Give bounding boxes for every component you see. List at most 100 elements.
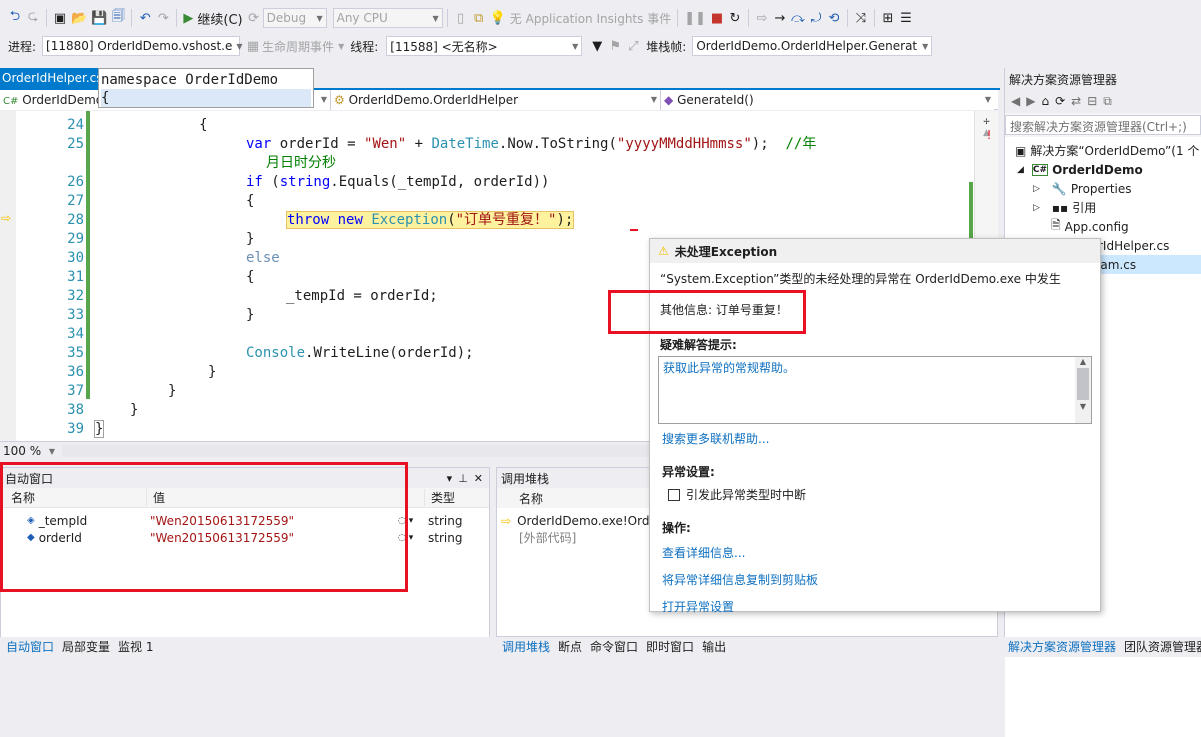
hex-icon[interactable]: ⤨ [852,7,870,29]
split-icon[interactable]: ⧾ [975,113,998,128]
thread-select[interactable]: [11588] <无名称> ▼ [386,36,583,56]
config-file-icon: 🗎 [1051,218,1061,232]
zoom-select[interactable]: 100 % ▼ [0,443,58,459]
actions-header: 操作: [662,521,691,535]
code-line-28: 28 throw new Exception("订单号重复！"); [67,211,575,229]
tab-solution-explorer[interactable]: 解决方案资源管理器 [1004,638,1120,656]
tips-scrollbar[interactable]: ▲ ▼ [1075,357,1091,423]
autos-tabs: 自动窗口 局部变量 监视 1 [0,637,496,657]
close-icon[interactable]: ✕ [474,472,483,485]
error-marker-icon: ! [986,128,992,142]
tab-output[interactable]: 输出 [698,638,730,656]
platform-select[interactable]: Any CPU ▼ [332,8,443,28]
tree-item-project[interactable]: ◢ C# OrderIdDemo [1005,160,1201,179]
tab-watch[interactable]: 监视 1 [114,638,157,656]
member-nav-select[interactable]: ◆ GenerateId() ▼ [660,89,994,110]
editor-tab[interactable]: OrderIdHelper.cs [0,68,100,88]
open-file-icon[interactable]: 📂 [69,7,89,29]
layout-icon[interactable]: ⊞ [879,7,897,29]
stackframe-label: 堆栈帧: [646,39,687,54]
sync-icon[interactable]: ⟳ [1055,94,1065,109]
config-select[interactable]: Debug ▼ [262,8,327,28]
code-line-26: 26 if (string.Equals(_tempId, orderId)) [67,174,550,190]
tree-item-solution[interactable]: ▣ 解决方案“OrderIdDemo”(1 个 [1005,141,1201,160]
col-name[interactable]: 名称 [519,490,543,507]
namespace-peek-tooltip: namespace OrderIdDemo { [98,68,314,108]
error-squiggle [630,229,638,231]
step-out-icon[interactable]: ⤾ [807,7,825,29]
filter-icon[interactable]: ▼ [588,35,606,57]
restart-debug-icon[interactable]: ↻ [726,7,744,29]
tree-item-properties[interactable]: ▷ 🔧 Properties [1005,179,1201,198]
forward-icon[interactable]: ⮎ [24,7,42,29]
show-all-icon[interactable]: ⧉ [1103,94,1112,109]
lifecycle-events[interactable]: 生命周期事件 [262,38,334,55]
continue-button[interactable]: ▶ 继续(C) [181,7,244,29]
tab-autos[interactable]: 自动窗口 [2,638,58,656]
step-into-icon[interactable]: → [771,7,789,29]
warning-icon: ⚠ [658,244,669,258]
tab-command[interactable]: 命令窗口 [586,638,642,656]
exception-message: “System.Exception”类型的未经处理的异常在 OrderIdDem… [660,272,1061,286]
tree-item-appconfig[interactable]: 🗎 App.config [1005,217,1201,236]
undo-icon[interactable]: ↶ [136,7,154,29]
class-icon: ⚙ [334,92,345,107]
highlight-box-autos [0,462,408,592]
stop-icon[interactable]: ■ [708,7,726,29]
tab-locals[interactable]: 局部变量 [58,638,114,656]
save-icon[interactable]: 💾 [89,7,109,29]
tab-team-explorer[interactable]: 团队资源管理器 [1120,638,1201,656]
step-back-icon[interactable]: ⟲ [825,7,843,29]
scroll-up-icon[interactable]: ▲ [1075,357,1091,366]
show-next-icon[interactable]: ⇨ [753,7,771,29]
pin-icon[interactable]: ⊥ [458,472,468,485]
scroll-down-icon[interactable]: ▼ [1075,402,1091,411]
refresh-icon[interactable]: ⇄ [1071,94,1081,109]
forward-icon[interactable]: ▶ [1026,94,1035,109]
tab-immediate[interactable]: 即时窗口 [642,638,698,656]
solution-toolbar: ◀ ▶ ⌂ ⟳ ⇄ ⊟ ⧉ [1005,90,1201,113]
back-icon[interactable]: ◀ [1011,94,1020,109]
solution-icon: ▣ [1015,143,1027,158]
expand-arrow-icon: ◢ [1017,164,1024,175]
save-all-icon[interactable]: 🗐 [109,7,127,29]
search-online-link[interactable]: 搜索更多联机帮助... [662,432,769,446]
dropdown-icon[interactable]: ▾ [447,472,453,485]
tab-callstack[interactable]: 调用堆栈 [498,638,554,656]
attach-icon[interactable]: ⧉ [470,7,488,29]
device-icon[interactable]: ▯ [452,7,470,29]
general-help-link[interactable]: 获取此异常的常规帮助。 [659,357,1091,378]
solution-search-input[interactable]: 搜索解决方案资源管理器(Ctrl+;) [1005,115,1201,135]
expand-icon[interactable]: ⤢ [624,35,642,57]
open-settings-link[interactable]: 打开异常设置 [662,600,734,614]
comment-icon[interactable]: ☰ [897,7,915,29]
tips-list[interactable]: 获取此异常的常规帮助。 ▲ ▼ [658,356,1092,424]
code-line-24: 24 { [67,117,208,133]
solution-title: 解决方案资源管理器 [1005,68,1201,90]
collapse-icon[interactable]: ⊟ [1087,94,1097,109]
tree-item-references[interactable]: ▷ ▪▪ 引用 [1005,198,1201,217]
restart-icon[interactable]: ⟳ [245,7,263,29]
flag-icon[interactable]: ⚑ [606,35,624,57]
col-type[interactable]: 类型 [424,489,455,506]
view-details-link[interactable]: 查看详细信息... [662,546,745,560]
break-option: 引发此异常类型时中断 [650,480,1100,503]
home-icon[interactable]: ⌂ [1041,94,1049,109]
step-over-icon[interactable]: ⤼ [789,7,807,29]
play-icon: ▶ [183,10,194,26]
collapse-arrow-icon: ▷ [1033,183,1040,194]
copy-details-link[interactable]: 将异常详细信息复制到剪贴板 [662,573,818,587]
pause-icon[interactable]: ❚❚ [682,7,708,29]
back-icon[interactable]: ⮌ [6,7,24,29]
insights-label[interactable]: 无 Application Insights 事件 [508,7,673,29]
insights-icon: 💡 [489,10,506,26]
new-project-icon[interactable]: ▣ [51,7,69,29]
break-checkbox[interactable] [668,488,680,501]
process-select[interactable]: [11880] OrderIdDemo.vshost.e ▼ [42,36,243,56]
stackframe-select[interactable]: OrderIdDemo.OrderIdHelper.Generat ▼ [692,36,933,56]
csharp-project-icon: C# [3,95,19,107]
redo-icon[interactable]: ↷ [154,7,172,29]
class-nav-select[interactable]: ⚙ OrderIdDemo.OrderIdHelper ▼ [330,89,660,110]
tab-breakpoints[interactable]: 断点 [554,638,586,656]
standard-toolbar: ⮌ ⮎ ▣ 📂 💾 🗐 ↶ ↷ ▶ 继续(C) ⟳ Debug ▼ Any CPU ▼… [0,6,1201,30]
